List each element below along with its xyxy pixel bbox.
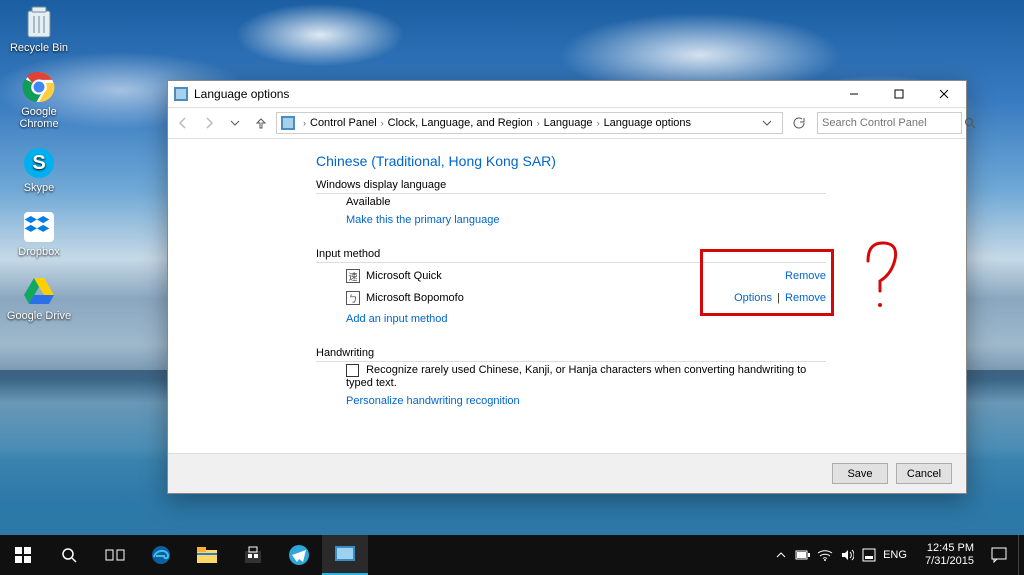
- divider: [316, 193, 826, 194]
- titlebar[interactable]: Language options: [168, 81, 966, 107]
- wifi-tray-icon[interactable]: [814, 535, 836, 575]
- add-input-method-link[interactable]: Add an input method: [346, 313, 448, 325]
- desktop-icon-label: Skype: [24, 182, 55, 194]
- refresh-button[interactable]: [787, 112, 809, 134]
- handwriting-checkbox-label: Recognize rarely used Chinese, Kanji, or…: [346, 364, 806, 389]
- telegram-taskbar-icon[interactable]: [276, 535, 322, 575]
- handwriting-checkbox-row[interactable]: Recognize rarely used Chinese, Kanji, or…: [346, 364, 806, 389]
- show-desktop-button[interactable]: [1018, 535, 1024, 575]
- input-method-name: Microsoft Quick: [366, 270, 442, 282]
- content-area: Chinese (Traditional, Hong Kong SAR) Win…: [168, 139, 966, 453]
- options-input-method-link[interactable]: Options: [734, 292, 772, 304]
- skype-desktop-icon[interactable]: S Skype: [4, 144, 74, 194]
- battery-tray-icon[interactable]: [792, 535, 814, 575]
- save-button[interactable]: Save: [832, 463, 888, 484]
- display-language-section-label: Windows display language: [316, 179, 826, 191]
- recycle-bin-icon: [19, 4, 59, 42]
- taskbar[interactable]: ENG 12:45 PM 7/31/2015: [0, 535, 1024, 575]
- language-options-window: Language options › Control Panel› Clock,…: [167, 80, 967, 494]
- ime-tray-icon[interactable]: [858, 535, 880, 575]
- divider: [316, 262, 826, 263]
- taskbar-date: 7/31/2015: [910, 555, 974, 568]
- breadcrumb-item[interactable]: Control Panel: [310, 117, 377, 129]
- input-method-section-label: Input method: [316, 248, 826, 260]
- page-heading: Chinese (Traditional, Hong Kong SAR): [316, 153, 826, 169]
- google-drive-desktop-icon[interactable]: Google Drive: [4, 272, 74, 322]
- volume-tray-icon[interactable]: [836, 535, 858, 575]
- recent-locations-button[interactable]: [224, 112, 246, 134]
- maximize-button[interactable]: [876, 81, 921, 107]
- remove-input-method-link[interactable]: Remove: [785, 292, 826, 304]
- breadcrumb-item[interactable]: Clock, Language, and Region: [388, 117, 533, 129]
- make-primary-language-link[interactable]: Make this the primary language: [346, 214, 499, 226]
- back-button[interactable]: [172, 112, 194, 134]
- taskbar-clock[interactable]: 12:45 PM 7/31/2015: [910, 535, 980, 575]
- desktop-icon-label: Google Drive: [7, 310, 71, 322]
- system-tray: ENG 12:45 PM 7/31/2015: [770, 535, 1024, 575]
- edge-taskbar-icon[interactable]: [138, 535, 184, 575]
- handwriting-rarely-used-checkbox[interactable]: [346, 364, 359, 377]
- navigation-bar: › Control Panel› Clock, Language, and Re…: [168, 107, 966, 139]
- svg-text:S: S: [32, 152, 45, 174]
- ime-icon: 速: [346, 269, 360, 283]
- control-panel-icon: [174, 87, 188, 101]
- search-input[interactable]: [822, 117, 964, 129]
- breadcrumb-item[interactable]: Language options: [604, 117, 691, 129]
- input-method-row[interactable]: ㄅ Microsoft Bopomofo Options | Remove: [346, 287, 826, 309]
- display-language-status: Available: [346, 196, 826, 208]
- file-explorer-taskbar-icon[interactable]: [184, 535, 230, 575]
- remove-input-method-link[interactable]: Remove: [785, 270, 826, 282]
- forward-button[interactable]: [198, 112, 220, 134]
- handwriting-section-label: Handwriting: [316, 347, 826, 359]
- recycle-bin-desktop-icon[interactable]: Recycle Bin: [4, 4, 74, 54]
- input-method-name: Microsoft Bopomofo: [366, 292, 464, 304]
- action-center-button[interactable]: [980, 535, 1018, 575]
- personalize-handwriting-link[interactable]: Personalize handwriting recognition: [346, 395, 520, 407]
- desktop-icon-label: Recycle Bin: [10, 42, 68, 54]
- address-history-button[interactable]: [756, 112, 778, 134]
- link-divider: |: [777, 292, 780, 304]
- desktop[interactable]: Recycle Bin Google Chrome S Skype Dropbo…: [0, 0, 1024, 575]
- skype-icon: S: [19, 144, 59, 182]
- dropbox-icon: [19, 208, 59, 246]
- search-icon[interactable]: [964, 117, 976, 129]
- control-panel-small-icon: [281, 116, 295, 130]
- breadcrumb-item[interactable]: Language: [544, 117, 593, 129]
- cancel-button[interactable]: Cancel: [896, 463, 952, 484]
- window-title: Language options: [194, 87, 289, 101]
- search-box[interactable]: [817, 112, 962, 134]
- up-button[interactable]: [250, 112, 272, 134]
- dropbox-desktop-icon[interactable]: Dropbox: [4, 208, 74, 258]
- tray-overflow-button[interactable]: [770, 535, 792, 575]
- minimize-button[interactable]: [831, 81, 876, 107]
- google-chrome-desktop-icon[interactable]: Google Chrome: [4, 68, 74, 130]
- store-taskbar-icon[interactable]: [230, 535, 276, 575]
- start-button[interactable]: [0, 535, 46, 575]
- input-method-row[interactable]: 速 Microsoft Quick Remove: [346, 265, 826, 287]
- address-bar[interactable]: › Control Panel› Clock, Language, and Re…: [276, 112, 783, 134]
- search-taskbar-button[interactable]: [46, 535, 92, 575]
- chrome-icon: [19, 68, 59, 106]
- divider: [316, 361, 826, 362]
- desktop-icon-label: Dropbox: [18, 246, 60, 258]
- language-indicator[interactable]: ENG: [880, 549, 910, 561]
- taskbar-time: 12:45 PM: [910, 542, 974, 555]
- google-drive-icon: [19, 272, 59, 310]
- task-view-button[interactable]: [92, 535, 138, 575]
- desktop-icon-label: Google Chrome: [4, 106, 74, 130]
- dialog-footer: Save Cancel: [168, 453, 966, 493]
- close-button[interactable]: [921, 81, 966, 107]
- control-panel-taskbar-icon[interactable]: [322, 535, 368, 575]
- ime-icon: ㄅ: [346, 291, 360, 305]
